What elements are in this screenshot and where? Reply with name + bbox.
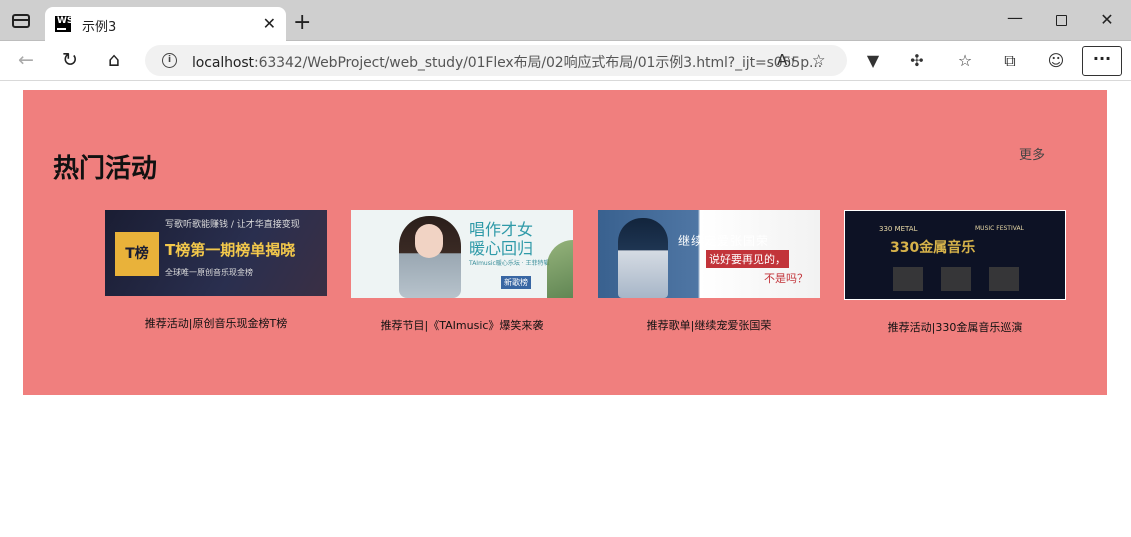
t-chart-banner-image[interactable]: T榜 写歌听歌能赚钱 / 让才华直接变现 T榜第一期榜单揭晓 全球唯一原创音乐现… <box>105 210 327 296</box>
vivaldi-extension-icon[interactable]: ▼ <box>862 50 884 72</box>
tab-actions-icon[interactable] <box>12 14 30 28</box>
section-title: 热门活动 <box>53 154 158 184</box>
browser-tab[interactable]: WS 示例3 ✕ <box>45 7 286 41</box>
card-caption[interactable]: 推荐活动|330金属音乐巡演 <box>844 319 1066 335</box>
activity-card[interactable]: T榜 写歌听歌能赚钱 / 让才华直接变现 T榜第一期榜单揭晓 全球唯一原创音乐现… <box>105 210 327 330</box>
webstorm-favicon-icon: WS <box>55 16 73 32</box>
activity-card[interactable]: 330 METAL MUSIC FESTIVAL 330金属音乐 推荐活动|33… <box>844 210 1066 334</box>
banner-top-text: 330 METAL <box>879 225 918 233</box>
banner-top-text: 写歌听歌能赚钱 / 让才华直接变现 <box>165 220 300 230</box>
activity-card[interactable]: 唱作才女 暖心回归 TAImusic暖心乐坛 · 王菲特辑 新歌榜 推荐节目|《… <box>351 210 573 332</box>
favorite-add-icon[interactable]: ☆ <box>812 51 825 69</box>
favorites-icon[interactable]: ☆ <box>954 50 976 72</box>
t-chart-logo: T榜 <box>115 232 159 276</box>
read-aloud-icon[interactable]: A)) <box>777 51 794 69</box>
reload-icon[interactable]: ↻ <box>56 47 84 75</box>
maximize-icon[interactable] <box>1051 10 1071 30</box>
activity-card[interactable]: 继续宠爱张国荣 说好要再见的， 不是吗？ 推荐歌单|继续宠爱张国荣 <box>598 210 820 332</box>
banner-main-text: T榜第一期榜单揭晓 <box>165 241 296 259</box>
browser-toolbar: ← ↻ ⌂ i localhost:63342/WebProject/web_s… <box>0 41 1131 81</box>
banner-line-3: 不是吗？ <box>764 272 808 285</box>
tab-title: 示例3 <box>82 20 117 35</box>
site-info-icon[interactable]: i <box>162 53 177 68</box>
tab-close-icon[interactable]: ✕ <box>263 14 276 33</box>
window-close-icon[interactable]: ✕ <box>1097 10 1117 30</box>
minimize-icon[interactable]: — <box>1005 8 1025 28</box>
banner-sub-text: TAImusic暖心乐坛 · 王菲特辑 <box>469 260 550 267</box>
back-arrow-icon[interactable]: ← <box>12 47 40 75</box>
banner-main-line-2: 暖心回归 <box>469 239 534 258</box>
taimusic-banner-image[interactable]: 唱作才女 暖心回归 TAImusic暖心乐坛 · 王菲特辑 新歌榜 <box>351 210 573 298</box>
url-text[interactable]: localhost:63342/WebProject/web_study/01F… <box>192 52 822 72</box>
url-path: :63342/WebProject/web_study/01Flex布局/02响… <box>253 55 823 71</box>
browser-tab-strip: WS 示例3 ✕ + — ✕ <box>0 0 1131 41</box>
banner-sub-text: 全球唯一原创音乐现金榜 <box>165 268 253 277</box>
new-tab-icon[interactable]: + <box>293 10 311 35</box>
settings-menu-button[interactable]: ··· <box>1082 46 1122 76</box>
extensions-puzzle-icon[interactable]: ✣ <box>906 50 928 72</box>
card-caption[interactable]: 推荐活动|原创音乐现金榜T榜 <box>105 315 327 331</box>
band-logos <box>893 267 1023 291</box>
page-viewport: 热门活动 更多 T榜 写歌听歌能赚钱 / 让才华直接变现 T榜第一期榜单揭晓 全… <box>0 81 1131 537</box>
singer-face <box>415 224 443 258</box>
collections-icon[interactable]: ⧉ <box>999 50 1021 72</box>
hot-activities-section: 热门活动 更多 T榜 写歌听歌能赚钱 / 让才华直接变现 T榜第一期榜单揭晓 全… <box>23 90 1107 395</box>
banner-line-2: 说好要再见的， <box>706 250 789 268</box>
banner-tag-text: MUSIC FESTIVAL <box>975 225 1024 232</box>
banner-main-text: 330金属音乐 <box>890 240 976 256</box>
address-bar[interactable]: i localhost:63342/WebProject/web_study/0… <box>145 45 847 76</box>
palm-leaf-decoration <box>547 240 573 298</box>
card-caption[interactable]: 推荐歌单|继续宠爱张国荣 <box>598 317 820 333</box>
new-songs-badge: 新歌榜 <box>501 276 531 289</box>
metal-festival-banner-image[interactable]: 330 METAL MUSIC FESTIVAL 330金属音乐 <box>844 210 1066 300</box>
home-icon[interactable]: ⌂ <box>100 47 128 75</box>
portrait-photo <box>618 218 668 298</box>
more-link[interactable]: 更多 <box>1019 144 1045 163</box>
card-caption[interactable]: 推荐节目|《TAImusic》爆笑来袭 <box>351 317 573 333</box>
leslie-cheung-banner-image[interactable]: 继续宠爱张国荣 说好要再见的， 不是吗？ <box>598 210 820 298</box>
banner-main-text: 继续宠爱张国荣 <box>678 234 770 248</box>
profile-avatar-icon[interactable]: ☺ <box>1045 50 1067 72</box>
url-host: localhost <box>192 55 254 71</box>
